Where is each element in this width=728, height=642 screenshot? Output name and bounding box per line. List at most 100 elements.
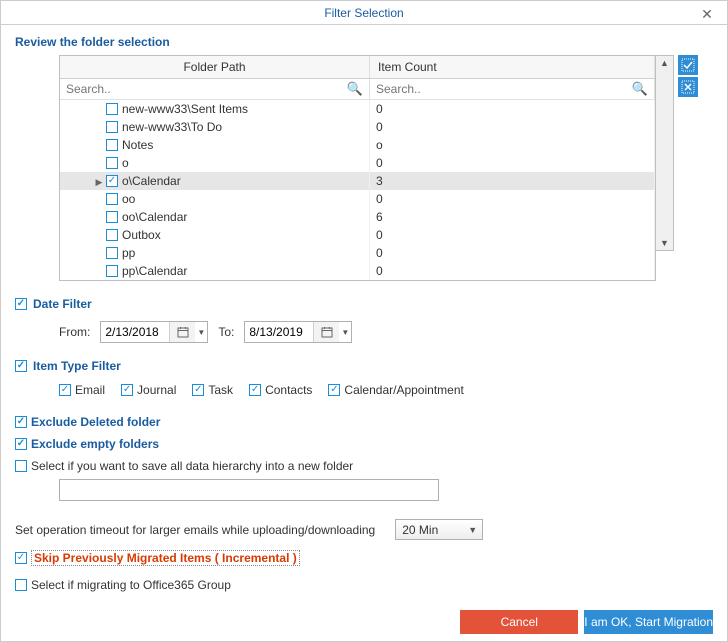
office365-group-check[interactable]: Select if migrating to Office365 Group [15,578,713,592]
table-row[interactable]: oo\Calendar6 [60,208,655,226]
footer: Cancel I am OK, Start Migration [1,602,727,641]
folder-path-text: o\Calendar [122,174,181,188]
item-count-text: 0 [370,244,655,262]
email-check[interactable]: Email [59,383,105,397]
folder-path-text: Outbox [122,228,161,242]
row-checkbox[interactable] [106,193,118,205]
table-row[interactable]: pp 0 [60,244,655,262]
header-item-count[interactable]: Item Count [370,56,655,78]
from-date-input[interactable] [101,325,169,339]
item-count-text: 0 [370,118,655,136]
folder-path-text: pp\Calendar [122,264,187,278]
folder-path-text: new-www33\To Do [122,120,222,134]
table-row[interactable]: o0 [60,154,655,172]
table-row[interactable]: pp\Calendar 0 [60,262,655,280]
item-type-filter-toggle[interactable]: Item Type Filter [15,359,713,373]
folder-path-text: new-www33\Sent Items [122,102,248,116]
item-count-text: 0 [370,100,655,118]
item-count-text: o [370,136,655,154]
folder-path-text: o [122,156,129,170]
search-count-cell: 🔍 [370,79,655,99]
search-icon[interactable]: 🔍 [632,81,648,97]
table-row[interactable]: Outbox 0 [60,226,655,244]
journal-check[interactable]: Journal [121,383,176,397]
folder-path-text: oo\Calendar [122,210,187,224]
date-filter-label: Date Filter [33,297,92,311]
titlebar: Filter Selection ✕ [1,1,727,25]
folder-grid: Folder Path Item Count 🔍 🔍 new-www33\Sen… [59,55,656,281]
timeout-row: Set operation timeout for larger emails … [15,519,713,540]
calendar-icon[interactable] [169,322,195,342]
exclude-empty-check[interactable]: Exclude empty folders [15,437,713,451]
calendar-check[interactable]: Calendar/Appointment [328,383,463,397]
date-filter-toggle[interactable]: Date Filter [15,297,713,311]
table-row[interactable]: oo 0 [60,190,655,208]
folder-path-text: pp [122,246,135,260]
scroll-up-icon[interactable]: ▲ [656,58,673,68]
skip-migrated-check[interactable]: Skip Previously Migrated Items ( Increme… [15,550,713,566]
row-checkbox[interactable] [106,139,118,151]
chevron-down-icon[interactable]: ▼ [339,328,351,337]
uncheck-all-button[interactable] [678,77,698,97]
check-all-button[interactable] [678,55,698,75]
row-checkbox[interactable] [106,247,118,259]
search-icon[interactable]: 🔍 [347,81,363,97]
row-checkbox[interactable] [106,229,118,241]
table-row[interactable]: ▶ o\Calendar 3 [60,172,655,190]
row-checkbox[interactable] [106,211,118,223]
expand-icon[interactable]: ▶ [94,178,104,188]
search-count-input[interactable] [376,82,632,96]
grid-search-row: 🔍 🔍 [60,79,655,100]
item-count-text: 0 [370,154,655,172]
row-checkbox[interactable] [106,103,118,115]
to-date-input[interactable] [245,325,313,339]
item-count-text: 0 [370,262,655,280]
timeout-select[interactable]: 20 Min ▼ [395,519,483,540]
chevron-down-icon[interactable]: ▼ [195,328,207,337]
save-hierarchy-check[interactable]: Select if you want to save all data hier… [15,459,713,473]
date-row: From: ▼ To: ▼ [59,321,713,343]
grid-header: Folder Path Item Count [60,56,655,79]
exclude-deleted-check[interactable]: Exclude Deleted folder [15,415,713,429]
search-path-cell: 🔍 [60,79,370,99]
row-checkbox[interactable] [106,121,118,133]
content: Review the folder selection Folder Path … [1,25,727,602]
item-type-checkbox[interactable] [15,360,27,372]
calendar-icon[interactable] [313,322,339,342]
date-filter-checkbox[interactable] [15,298,27,310]
table-row[interactable]: new-www33\To Do 0 [60,118,655,136]
row-checkbox[interactable] [106,265,118,277]
from-label: From: [59,325,90,339]
close-icon[interactable]: ✕ [687,1,727,27]
start-migration-button[interactable]: I am OK, Start Migration [584,610,713,634]
folder-grid-wrap: Folder Path Item Count 🔍 🔍 new-www33\Sen… [59,55,713,281]
from-date-field[interactable]: ▼ [100,321,208,343]
task-check[interactable]: Task [192,383,233,397]
chevron-down-icon[interactable]: ▼ [465,525,480,535]
search-path-input[interactable] [66,82,347,96]
scroll-down-icon[interactable]: ▼ [656,238,673,248]
row-checkbox[interactable] [106,175,118,187]
window-title: Filter Selection [1,6,727,20]
to-date-field[interactable]: ▼ [244,321,352,343]
to-label: To: [218,325,234,339]
review-label: Review the folder selection [15,35,713,49]
table-row[interactable]: Notes o [60,136,655,154]
row-checkbox[interactable] [106,157,118,169]
grid-actions [678,55,698,97]
item-type-label: Item Type Filter [33,359,121,373]
grid-scrollbar[interactable]: ▲ ▼ [656,55,674,251]
contacts-check[interactable]: Contacts [249,383,312,397]
cancel-button[interactable]: Cancel [460,610,578,634]
header-folder-path[interactable]: Folder Path [60,56,370,78]
item-count-text: 0 [370,226,655,244]
folder-path-text: Notes [122,138,153,152]
table-row[interactable]: new-www33\Sent Items 0 [60,100,655,118]
grid-body: new-www33\Sent Items0new-www33\To Do0Not… [60,100,655,280]
item-count-text: 3 [370,172,655,190]
hierarchy-folder-input[interactable] [59,479,439,501]
item-types-row: Email Journal Task Contacts Calendar/App… [59,383,713,397]
folder-path-text: oo [122,192,135,206]
skip-migrated-label: Skip Previously Migrated Items ( Increme… [31,550,300,566]
item-count-text: 0 [370,190,655,208]
